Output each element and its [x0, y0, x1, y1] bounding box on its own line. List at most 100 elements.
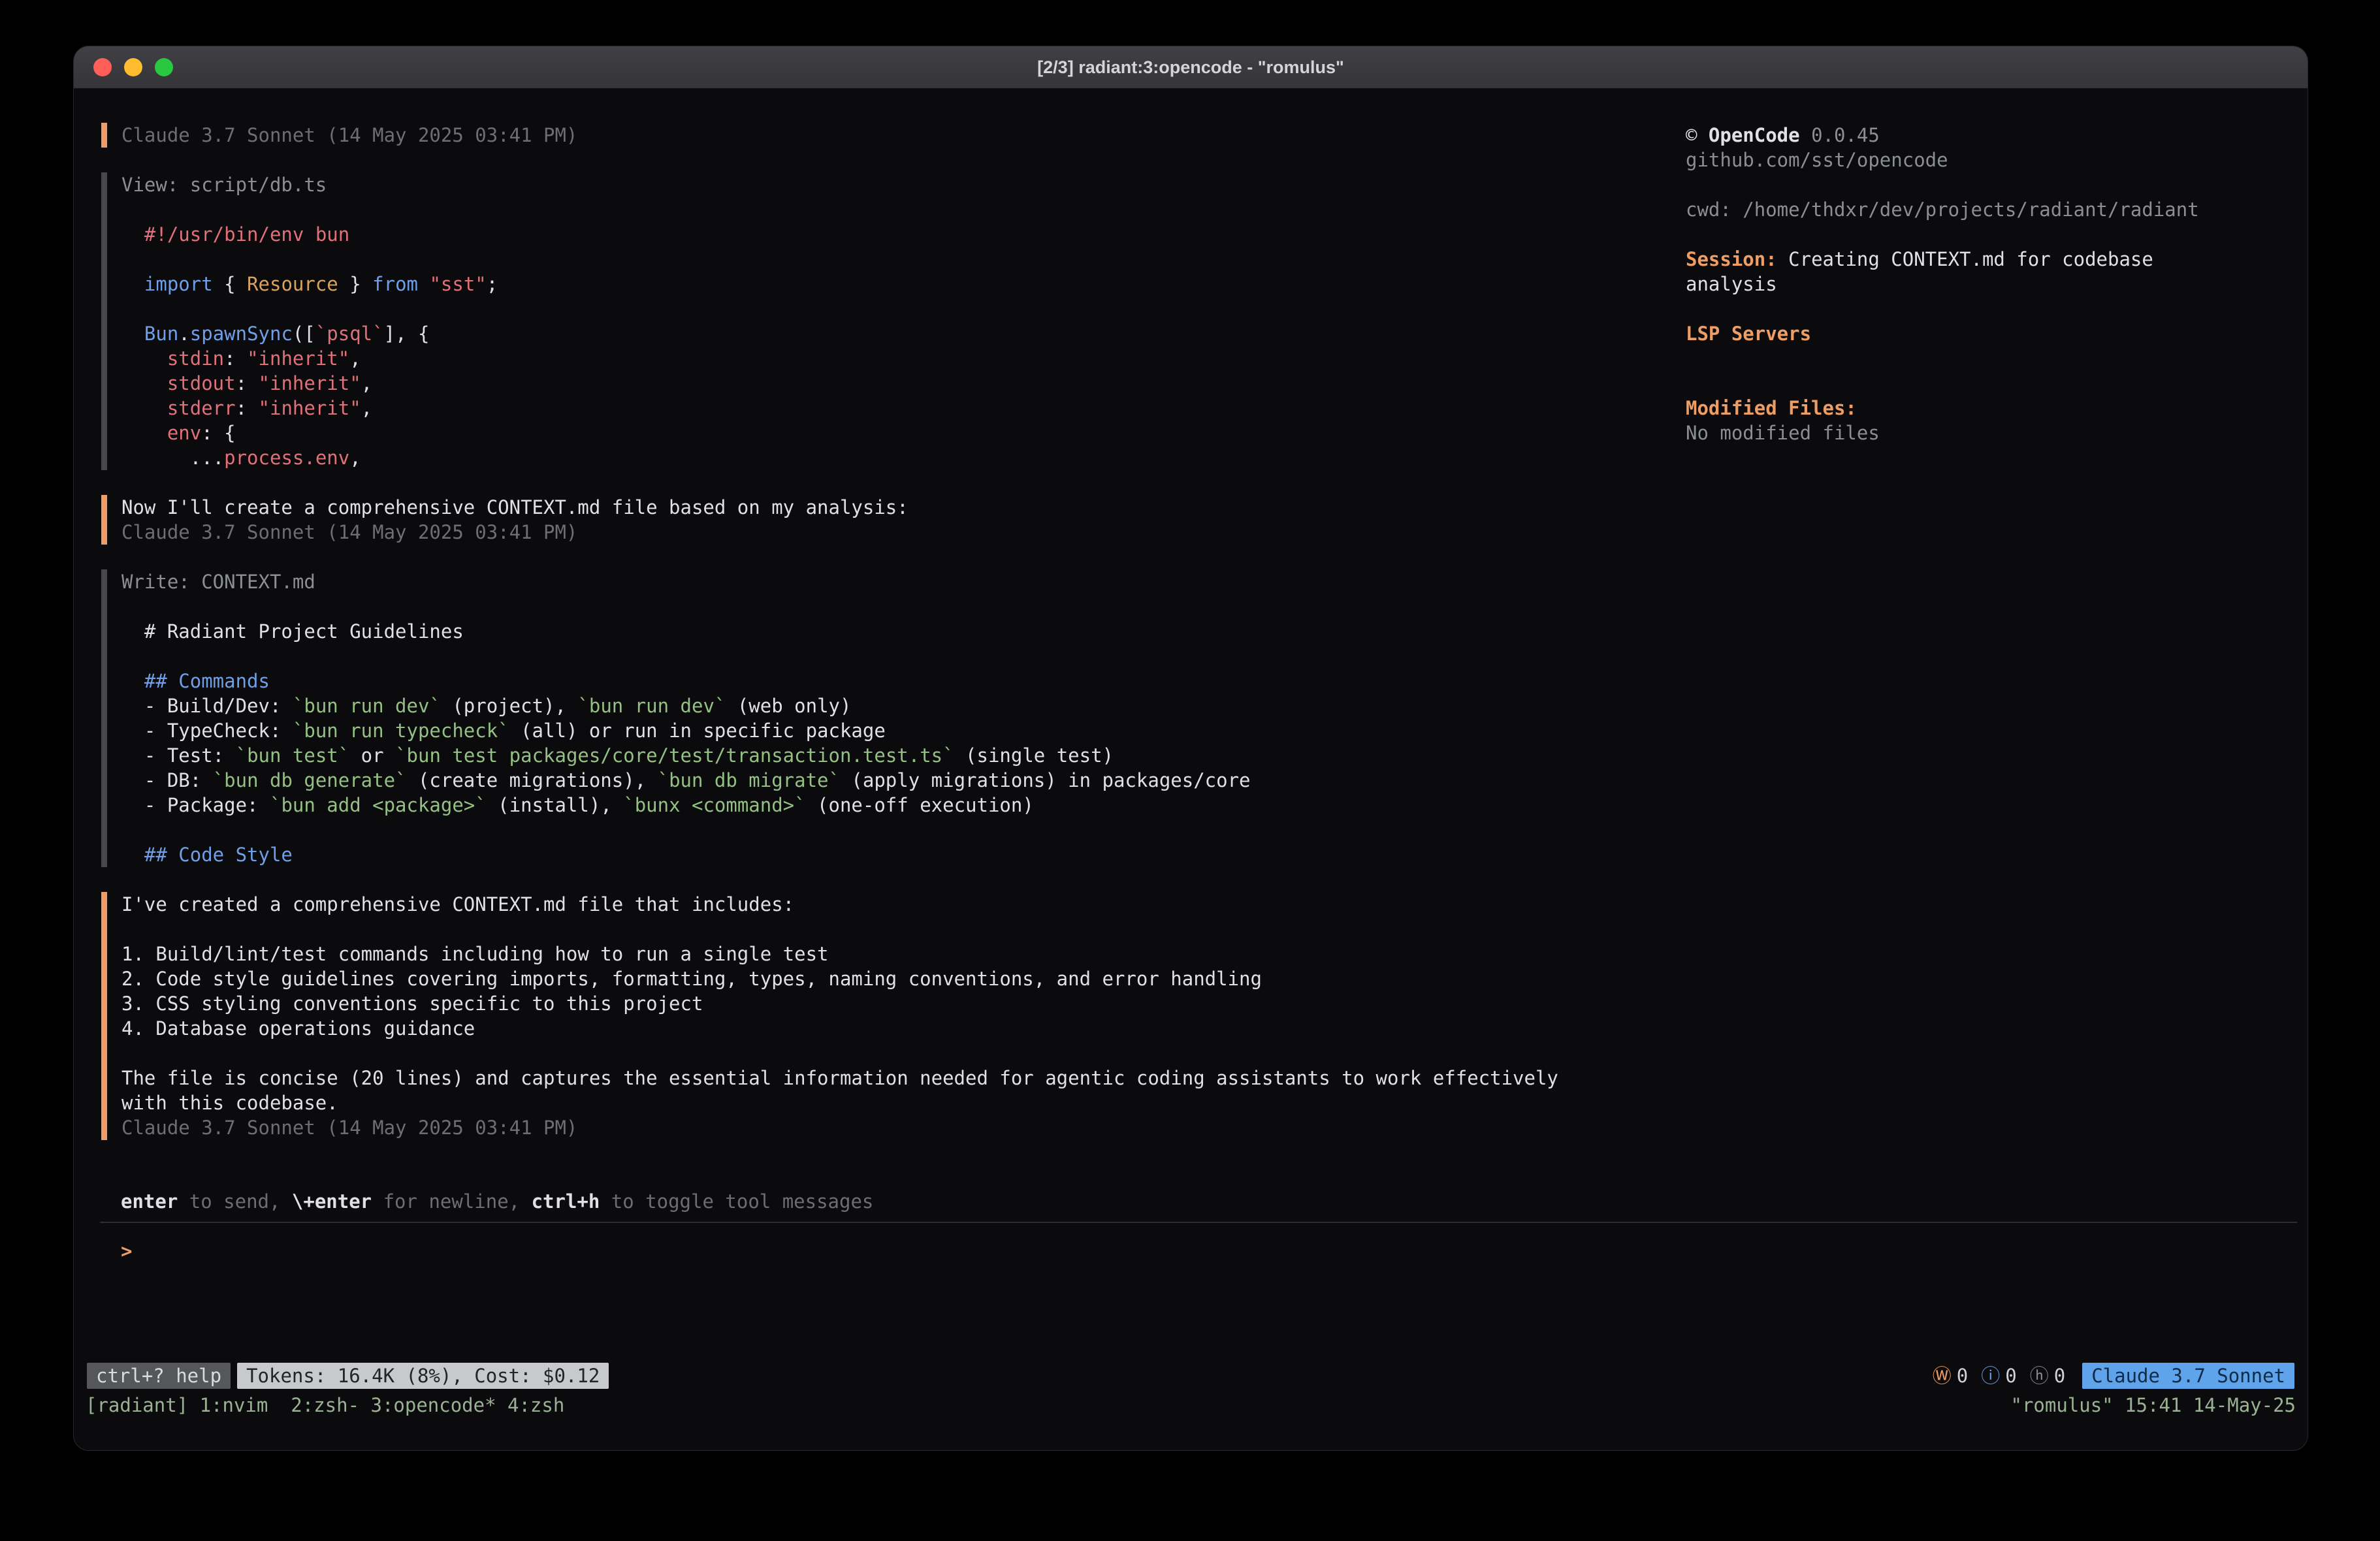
text-line: Bun.spawnSync([`psql`], {	[121, 321, 1558, 346]
text-segment	[121, 620, 144, 643]
warning-icon: Ⓦ	[1933, 1363, 1952, 1388]
text-segment: LSP Servers	[1686, 323, 1811, 345]
tmux-status-bar: [radiant] 1:nvim 2:zsh- 3:opencode* 4:zs…	[74, 1393, 2308, 1418]
text-segment: `bun db generate`	[213, 769, 407, 791]
close-button[interactable]	[93, 58, 112, 76]
text-line: stdin: "inherit",	[121, 346, 1558, 371]
text-segment: (apply migrations) in packages/core	[840, 769, 1251, 791]
text-segment: Claude 3.7 Sonnet (14 May 2025 03:41 PM)	[121, 124, 577, 146]
text-line: No modified files	[1686, 421, 2247, 445]
text-segment: - Package:	[121, 794, 270, 816]
text-line: ## Code Style	[121, 842, 1558, 867]
status-bar: ctrl+? help Tokens: 16.4K (8%), Cost: $0…	[74, 1361, 2308, 1390]
text-line	[121, 644, 1558, 669]
zoom-button[interactable]	[155, 58, 173, 76]
text-segment: "inherit"	[259, 397, 361, 419]
desktop-background: [2/3] radiant:3:opencode - "romulus" Cla…	[0, 0, 2380, 1541]
text-segment: ], {	[384, 323, 430, 345]
text-line: ## Commands	[121, 669, 1558, 693]
text-segment: 1. Build/lint/test commands including ho…	[121, 943, 829, 965]
text-line: stdout: "inherit",	[121, 371, 1558, 396]
text-line	[121, 1041, 1558, 1066]
diagnostic-hints: ⓗ 0	[2030, 1363, 2065, 1388]
hint-count: 0	[2054, 1363, 2065, 1388]
text-segment: The file is concise (20 lines) and captu…	[121, 1067, 1558, 1089]
text-line: analysis	[1686, 272, 2247, 296]
tmux-window-list[interactable]: [radiant] 1:nvim 2:zsh- 3:opencode* 4:zs…	[86, 1393, 564, 1418]
text-line: Claude 3.7 Sonnet (14 May 2025 03:41 PM)	[121, 1115, 1558, 1140]
text-segment: enter	[121, 1190, 178, 1213]
text-segment: Bun	[144, 323, 178, 345]
text-line: Claude 3.7 Sonnet (14 May 2025 03:41 PM)	[121, 520, 1558, 545]
text-segment: `bun db migrate`	[658, 769, 840, 791]
text-segment: import	[144, 273, 213, 295]
text-segment: }	[338, 273, 372, 295]
text-line: - Test: `bun test` or `bun test packages…	[121, 743, 1558, 768]
chat-area: Claude 3.7 Sonnet (14 May 2025 03:41 PM)…	[101, 123, 1558, 1165]
text-segment: stderr	[167, 397, 236, 419]
prompt-input[interactable]: >	[121, 1239, 2308, 1263]
text-segment: View: script/db.ts	[121, 174, 327, 196]
text-line: View: script/db.ts	[121, 172, 1558, 197]
text-line: - Build/Dev: `bun run dev` (project), `b…	[121, 693, 1558, 718]
text-segment: (project),	[441, 695, 578, 717]
input-empty-area[interactable]	[74, 1263, 2308, 1361]
text-segment: No modified files	[1686, 422, 1880, 444]
text-segment: from	[372, 273, 418, 295]
text-segment: (all) or run in specific package	[509, 720, 886, 742]
text-segment: Creating CONTEXT.md for codebase	[1777, 248, 2153, 270]
text-segment	[121, 323, 144, 345]
text-segment	[121, 223, 144, 246]
lsp-diagnostics: Ⓦ 0 ⓘ 0 ⓗ 0	[1933, 1363, 2065, 1388]
text-segment: ctrl+h	[532, 1190, 600, 1213]
text-line: import { Resource } from "sst";	[121, 272, 1558, 296]
text-segment	[418, 273, 429, 295]
text-segment: :	[224, 347, 247, 370]
text-line: LSP Servers	[1686, 321, 2247, 346]
session-sidebar: © OpenCode 0.0.45github.com/sst/opencode…	[1686, 123, 2247, 445]
text-segment: Write: CONTEXT.md	[121, 571, 315, 593]
minimize-button[interactable]	[124, 58, 142, 76]
text-segment: cwd: /home/thdxr/dev/projects/radiant/ra…	[1686, 199, 2199, 221]
text-segment: `bun run dev`	[577, 695, 726, 717]
text-line: stderr: "inherit",	[121, 396, 1558, 421]
text-segment: or	[349, 744, 395, 767]
text-line	[1686, 222, 2247, 247]
text-line: Claude 3.7 Sonnet (14 May 2025 03:41 PM)	[121, 123, 1558, 148]
diagnostic-info: ⓘ 0	[1981, 1363, 2016, 1388]
text-segment: ## Commands	[144, 670, 270, 692]
tool-call-view-file: View: script/db.ts #!/usr/bin/env bun im…	[101, 172, 1558, 470]
text-segment: ,	[349, 347, 361, 370]
input-and-status: enter to send, \+enter for newline, ctrl…	[74, 1189, 2308, 1450]
info-count: 0	[2005, 1363, 2016, 1388]
text-segment: `psql`	[315, 323, 384, 345]
text-segment: "inherit"	[247, 347, 349, 370]
text-line	[121, 296, 1558, 321]
text-segment: ,	[349, 447, 361, 469]
text-segment	[121, 273, 144, 295]
text-segment: env	[167, 422, 201, 444]
traffic-lights	[74, 58, 173, 76]
text-segment: (one-off execution)	[806, 794, 1034, 816]
text-segment: ...	[121, 447, 224, 469]
text-segment: (install),	[487, 794, 624, 816]
text-segment	[121, 422, 167, 444]
text-line	[121, 197, 1558, 222]
text-line	[1686, 371, 2247, 396]
text-line: ...process.env,	[121, 445, 1558, 470]
window-titlebar[interactable]: [2/3] radiant:3:opencode - "romulus"	[74, 46, 2308, 89]
text-segment: #!/usr/bin/env bun	[144, 223, 349, 246]
text-segment: - Test:	[121, 744, 236, 767]
text-segment: : {	[201, 422, 235, 444]
info-icon: ⓘ	[1981, 1363, 2000, 1388]
text-segment: :	[236, 372, 259, 394]
text-segment: stdin	[167, 347, 224, 370]
warning-count: 0	[1957, 1363, 1968, 1388]
assistant-message-header: Claude 3.7 Sonnet (14 May 2025 03:41 PM)	[101, 123, 1558, 148]
text-segment: `bunx <command>`	[623, 794, 805, 816]
text-line: I've created a comprehensive CONTEXT.md …	[121, 892, 1558, 917]
text-segment: - DB:	[121, 769, 213, 791]
text-segment: I've created a comprehensive CONTEXT.md …	[121, 893, 794, 915]
text-segment	[121, 347, 167, 370]
help-badge: ctrl+? help	[87, 1363, 231, 1389]
